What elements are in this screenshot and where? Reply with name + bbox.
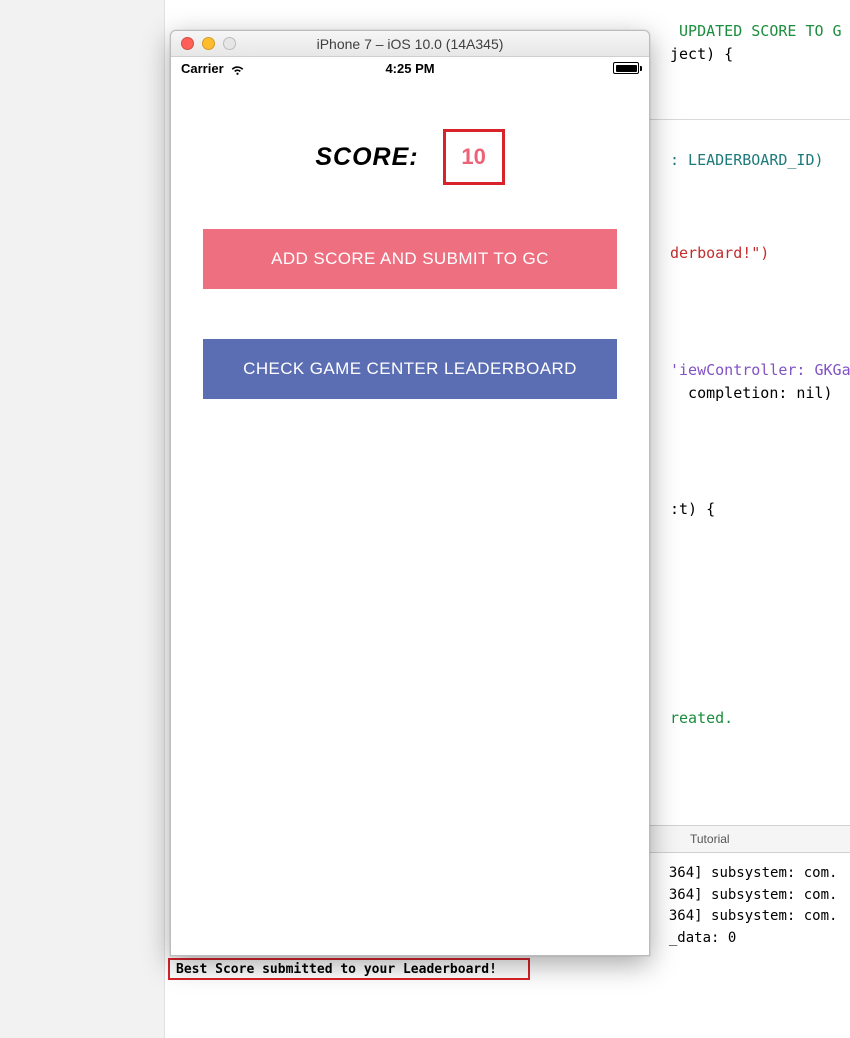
ios-status-bar: Carrier 4:25 PM [171, 57, 649, 79]
score-value-highlight: 10 [443, 129, 505, 185]
statusbar-time: 4:25 PM [334, 61, 487, 76]
battery-icon [613, 62, 639, 74]
ios-simulator-window: iPhone 7 – iOS 10.0 (14A345) Carrier 4:2… [170, 30, 650, 956]
add-score-button[interactable]: ADD SCORE AND SUBMIT TO GC [203, 229, 617, 289]
console-highlight-text: Best Score submitted to your Leaderboard… [176, 962, 497, 977]
carrier-label: Carrier [181, 61, 224, 76]
simulator-titlebar[interactable]: iPhone 7 – iOS 10.0 (14A345) [171, 31, 649, 57]
check-leaderboard-button[interactable]: CHECK GAME CENTER LEADERBOARD [203, 339, 617, 399]
simulator-screen: Carrier 4:25 PM SCORE: 10 ADD SCORE AND … [171, 57, 649, 955]
wifi-icon [230, 61, 245, 76]
app-content: SCORE: 10 ADD SCORE AND SUBMIT TO GC CHE… [171, 79, 649, 955]
xcode-gutter [0, 0, 165, 1038]
simulator-window-title: iPhone 7 – iOS 10.0 (14A345) [171, 36, 649, 52]
score-value: 10 [461, 144, 485, 170]
score-label: SCORE: [315, 143, 418, 172]
score-row: SCORE: 10 [315, 129, 504, 185]
console-highlight-annotation: Best Score submitted to your Leaderboard… [168, 958, 530, 980]
console-tab-label: Tutorial [690, 832, 730, 846]
